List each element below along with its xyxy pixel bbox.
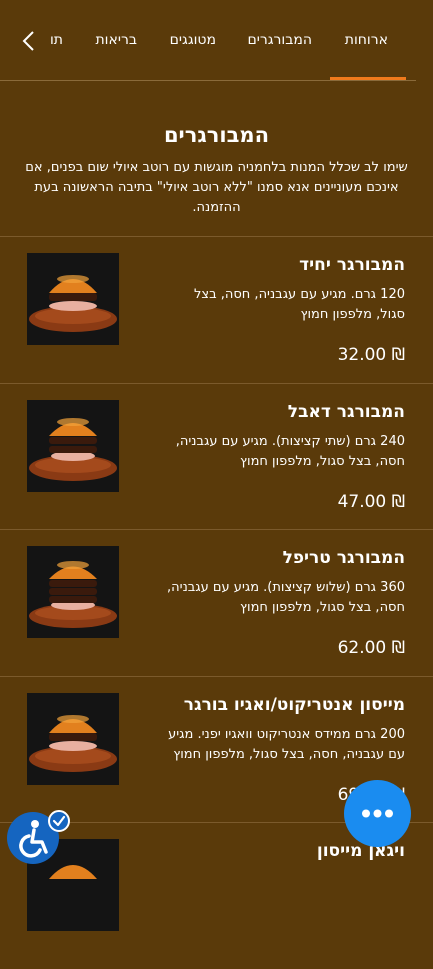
more-options-button[interactable] bbox=[344, 780, 411, 847]
menu-item[interactable]: המבורגר דאבל 240 גרם (שתי קציצות). מגיע … bbox=[0, 384, 433, 530]
item-price: ₪ 47.00 bbox=[337, 492, 405, 512]
item-name: מייסון אנטריקוט/ואגיו בורגר bbox=[183, 695, 405, 715]
item-name: המבורגר טריפל bbox=[282, 548, 405, 568]
item-description: 240 גרם (שתי קציצות). מגיע עם עגבניה, חס… bbox=[175, 434, 405, 469]
tabs-divider bbox=[0, 80, 416, 81]
section-header: המבורגרים שימו לב שכלל המנות בלחמניה מוג… bbox=[0, 118, 433, 218]
item-image bbox=[27, 546, 119, 638]
item-price: ₪ 62.00 bbox=[337, 638, 405, 658]
item-price: ₪ 32.00 bbox=[337, 345, 405, 365]
item-name: המבורגר יחיד bbox=[299, 255, 405, 275]
item-image bbox=[27, 693, 119, 785]
tab-meals[interactable]: ארוחות bbox=[345, 32, 388, 48]
tab-burgers[interactable]: המבורגרים bbox=[247, 32, 312, 48]
item-image bbox=[27, 253, 119, 345]
item-description: 120 גרם. מגיע עם עגבניה, חסה, בצל סגול, … bbox=[194, 287, 405, 322]
item-name: המבורגר דאבל bbox=[287, 402, 405, 422]
category-tabs: ארוחות המבורגרים מטוגגים בריאות תו bbox=[0, 0, 433, 82]
more-dots-icon bbox=[362, 809, 393, 818]
item-description: 200 גרם ממידס אנטריקוט וואגיו יפני. מגיע… bbox=[168, 727, 405, 762]
menu-item[interactable]: המבורגר טריפל 360 גרם (שלוש קציצות). מגי… bbox=[0, 530, 433, 676]
section-title: המבורגרים bbox=[163, 123, 270, 147]
tab-more[interactable]: תו bbox=[50, 32, 63, 48]
menu-item[interactable]: המבורגר יחיד 120 גרם. מגיע עם עגבניה, חס… bbox=[0, 237, 433, 383]
item-image bbox=[27, 400, 119, 492]
checkmark-icon bbox=[48, 810, 70, 832]
tab-health[interactable]: בריאות bbox=[95, 32, 137, 48]
tab-fried[interactable]: מטוגגים bbox=[170, 32, 216, 48]
item-description: 360 גרם (שלוש קציצות). מגיע עם עגבניה, ח… bbox=[167, 580, 405, 615]
chevron-left-icon[interactable] bbox=[20, 30, 40, 52]
section-description: שימו לב שכלל המנות בלחמניה מוגשות עם רוט… bbox=[25, 160, 408, 215]
